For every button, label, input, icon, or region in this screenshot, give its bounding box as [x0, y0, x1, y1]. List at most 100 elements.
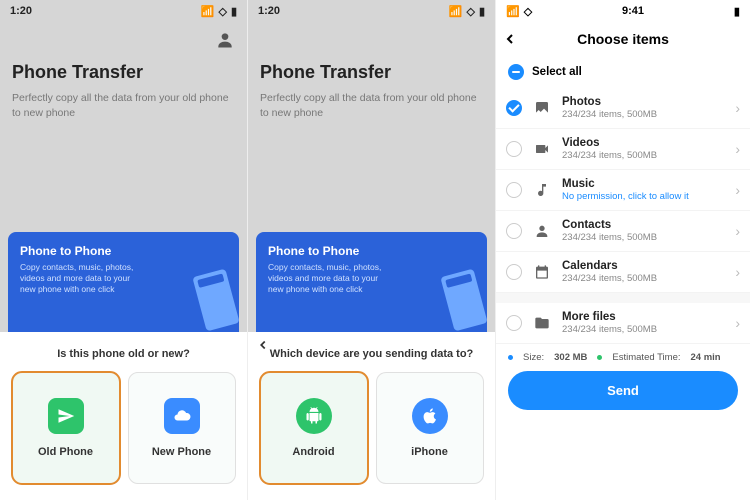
chevron-right-icon: › — [735, 182, 740, 198]
checkbox[interactable] — [506, 223, 522, 239]
item-videos[interactable]: Videos 234/234 items, 500MB › — [496, 129, 750, 170]
apple-icon — [412, 398, 448, 434]
card-desc: Copy contacts, music, photos, videos and… — [20, 262, 134, 295]
status-time: 9:41 — [622, 5, 644, 17]
new-phone-icon — [164, 398, 200, 434]
item-meta: 234/234 items, 500MB — [562, 109, 725, 120]
header: Choose items — [496, 22, 750, 56]
choice-cards: Old Phone New Phone — [8, 372, 239, 484]
status-bar: 1:20 📶 ◇ ▮ — [0, 0, 247, 22]
wifi-icon: ◇ — [466, 5, 474, 18]
new-phone-card[interactable]: New Phone — [128, 372, 236, 484]
size-value: 302 MB — [554, 352, 587, 363]
music-icon — [532, 182, 552, 198]
item-meta: 234/234 items, 500MB — [562, 273, 725, 284]
new-phone-label: New Phone — [152, 446, 211, 458]
choice-cards: Android iPhone — [256, 372, 487, 484]
android-icon — [296, 398, 332, 434]
select-all-row[interactable]: Select all — [496, 56, 750, 88]
old-phone-card[interactable]: Old Phone — [12, 372, 120, 484]
folder-icon — [532, 315, 552, 331]
item-name: Calendars — [562, 260, 725, 272]
android-card[interactable]: Android — [260, 372, 368, 484]
section-gap — [496, 293, 750, 303]
page-subtitle: Perfectly copy all the data from your ol… — [260, 91, 483, 120]
item-meta: 234/234 items, 500MB — [562, 232, 725, 243]
card-title: Phone to Phone — [20, 244, 227, 258]
wifi-icon: ◇ — [524, 5, 532, 18]
battery-icon: ▮ — [734, 5, 740, 18]
photos-icon — [532, 100, 552, 116]
size-label: Size: — [523, 352, 544, 363]
status-icons: 📶 ◇ ▮ — [201, 5, 237, 18]
item-name: Contacts — [562, 219, 725, 231]
eta-label: Estimated Time: — [612, 352, 680, 363]
screen-old-or-new: 1:20 📶 ◇ ▮ Phone Transfer Perfectly copy… — [0, 0, 248, 500]
item-contacts[interactable]: Contacts 234/234 items, 500MB › — [496, 211, 750, 252]
page-title: Phone Transfer — [260, 22, 483, 83]
checkbox[interactable] — [506, 264, 522, 280]
item-meta: 234/234 items, 500MB — [562, 150, 725, 161]
iphone-card[interactable]: iPhone — [376, 372, 484, 484]
card-title: Phone to Phone — [268, 244, 475, 258]
choice-sheet: Which device are you sending data to? An… — [248, 332, 495, 500]
chevron-right-icon: › — [735, 141, 740, 157]
android-label: Android — [292, 446, 334, 458]
item-calendars[interactable]: Calendars 234/234 items, 500MB › — [496, 252, 750, 293]
checkbox[interactable] — [506, 141, 522, 157]
page-title: Phone Transfer — [12, 22, 235, 83]
status-bar: 📶 ◇ 9:41 ▮ — [496, 0, 750, 22]
chevron-right-icon: › — [735, 100, 740, 116]
card-desc: Copy contacts, music, photos, videos and… — [268, 262, 382, 295]
battery-icon: ▮ — [479, 5, 485, 18]
chevron-right-icon: › — [735, 223, 740, 239]
page-title: Choose items — [577, 31, 669, 47]
phone-to-phone-card[interactable]: Phone to Phone Copy contacts, music, pho… — [8, 232, 239, 332]
phone-to-phone-card[interactable]: Phone to Phone Copy contacts, music, pho… — [256, 232, 487, 332]
chevron-right-icon: › — [735, 315, 740, 331]
battery-icon: ▮ — [231, 5, 237, 18]
item-music[interactable]: Music No permission, click to allow it › — [496, 170, 750, 211]
select-all-label: Select all — [532, 66, 582, 78]
question-text: Which device are you sending data to? — [256, 348, 487, 360]
iphone-label: iPhone — [411, 446, 448, 458]
screen-target-device: 1:20 📶 ◇ ▮ Phone Transfer Perfectly copy… — [248, 0, 496, 500]
footer-meta: Size: 302 MB Estimated Time: 24 min — [508, 352, 738, 363]
screens-container: 1:20 📶 ◇ ▮ Phone Transfer Perfectly copy… — [0, 0, 750, 500]
signal-icon: 📶 — [201, 5, 215, 18]
old-phone-label: Old Phone — [38, 446, 93, 458]
status-bar: 1:20 📶 ◇ ▮ — [248, 0, 495, 22]
signal-icon: 📶 — [506, 5, 520, 18]
old-phone-icon — [48, 398, 84, 434]
item-name: Music — [562, 178, 725, 190]
send-button[interactable]: Send — [508, 371, 738, 410]
videos-icon — [532, 141, 552, 157]
item-list: Photos 234/234 items, 500MB › Videos 234… — [496, 88, 750, 344]
hero-area: Phone Transfer Perfectly copy all the da… — [248, 22, 495, 332]
back-button[interactable] — [256, 338, 270, 357]
status-time: 1:20 — [10, 5, 32, 17]
item-permission-link[interactable]: No permission, click to allow it — [562, 191, 725, 202]
select-all-indeterminate-icon — [508, 64, 524, 80]
item-more-files[interactable]: More files 234/234 items, 500MB › — [496, 303, 750, 344]
checkbox[interactable] — [506, 315, 522, 331]
size-dot-icon — [508, 355, 513, 360]
wifi-icon: ◇ — [218, 5, 226, 18]
profile-icon[interactable] — [215, 30, 235, 55]
checkbox[interactable] — [506, 100, 522, 116]
eta-value: 24 min — [691, 352, 721, 363]
back-button[interactable] — [502, 31, 518, 52]
page-subtitle: Perfectly copy all the data from your ol… — [12, 91, 235, 120]
choice-sheet: Is this phone old or new? Old Phone New … — [0, 332, 247, 500]
footer: Size: 302 MB Estimated Time: 24 min Send — [496, 344, 750, 420]
send-label: Send — [607, 383, 639, 398]
item-name: Videos — [562, 137, 725, 149]
contacts-icon — [532, 223, 552, 239]
item-photos[interactable]: Photos 234/234 items, 500MB › — [496, 88, 750, 129]
phones-illustration — [199, 272, 233, 328]
status-time: 1:20 — [258, 5, 280, 17]
item-meta: 234/234 items, 500MB — [562, 324, 725, 335]
checkbox[interactable] — [506, 182, 522, 198]
status-icons: 📶 ◇ ▮ — [449, 5, 485, 18]
status-icons-left: 📶 ◇ — [506, 5, 532, 18]
